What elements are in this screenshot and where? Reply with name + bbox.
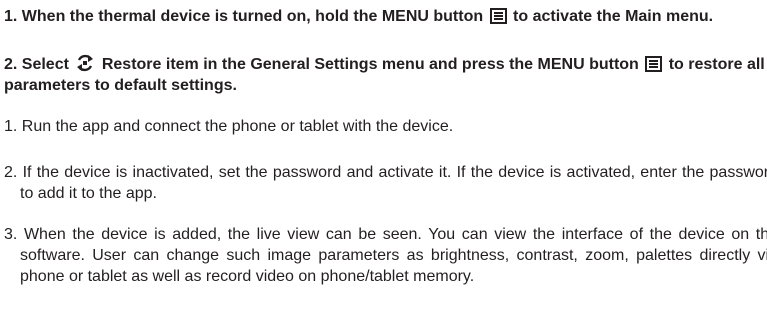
- step-1-text-a: 1. When the thermal device is turned on,…: [4, 8, 484, 25]
- instruction-step-2: 2. Select Restore item in the General Se…: [4, 53, 766, 96]
- step-2-text-a: 2. Select: [4, 56, 69, 73]
- app-step-1: 1. Run the app and connect the phone or …: [4, 118, 454, 135]
- step-1-text-b: to activate the Main menu.: [513, 8, 714, 25]
- instruction-step-1: 1. When the thermal device is turned on,…: [4, 6, 766, 27]
- app-step-3: 3. When the device is added, the live vi…: [4, 226, 767, 285]
- restore-icon: [77, 54, 94, 72]
- menu-icon: [645, 56, 663, 72]
- menu-icon: [489, 8, 507, 24]
- app-step-2: 2. If the device is inactivated, set the…: [4, 164, 767, 202]
- step-2-text-b: Restore item in the General Settings men…: [101, 56, 639, 73]
